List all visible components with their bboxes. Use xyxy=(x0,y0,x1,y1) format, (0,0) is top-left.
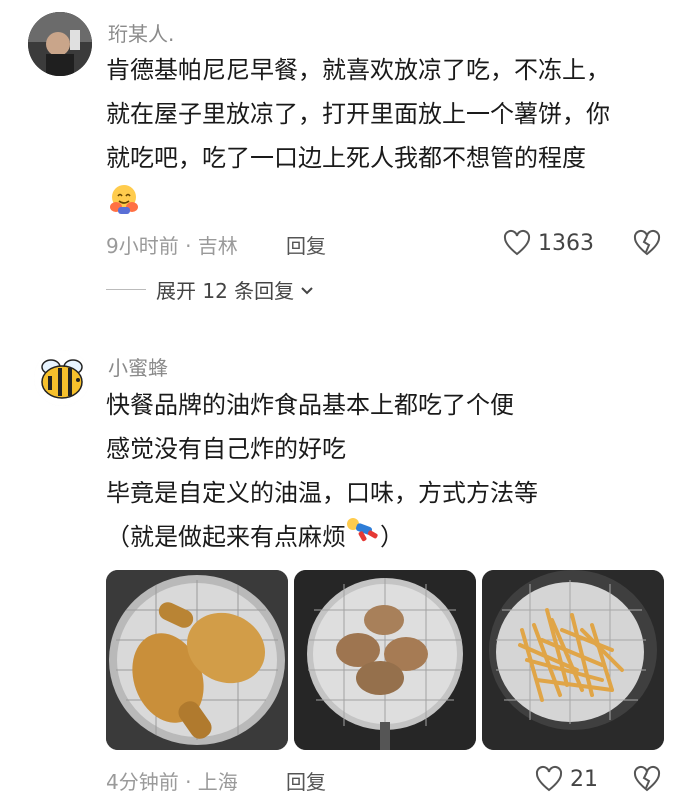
comment-text-line: 肯德基帕尼尼早餐，就喜欢放凉了吃，不冻上， xyxy=(106,56,610,84)
comment-text-line: 快餐品牌的油炸食品基本上都吃了个便 xyxy=(106,391,514,419)
photo-fried-chicken-drumsticks[interactable] xyxy=(106,570,288,750)
photo-fried-chicken-pieces[interactable] xyxy=(294,570,476,750)
dislike-icon[interactable] xyxy=(632,764,662,794)
username[interactable]: 小蜜蜂 xyxy=(108,352,168,381)
reply-button[interactable]: 回复 xyxy=(286,230,326,259)
reply-button[interactable]: 回复 xyxy=(286,766,326,795)
divider-line xyxy=(106,289,146,290)
comment-text-line: 毕竟是自定义的油温，口味，方式方法等 xyxy=(106,479,538,507)
like-button[interactable]: 21 xyxy=(534,764,598,794)
like-button[interactable]: 1363 xyxy=(502,228,594,258)
user-avatar[interactable] xyxy=(34,350,90,406)
person-fainting-icon xyxy=(346,516,380,560)
hugging-face-icon xyxy=(108,183,140,219)
comment-text-line: 感觉没有自己炸的好吃 xyxy=(106,435,346,463)
comment-text: （就是做起来有点麻烦 xyxy=(106,523,346,551)
time-location: 4分钟前 · 上海 xyxy=(106,770,238,794)
comment-text: ） xyxy=(380,523,404,551)
dislike-icon[interactable] xyxy=(632,228,662,258)
user-avatar[interactable] xyxy=(28,12,92,76)
chevron-down-icon xyxy=(301,286,313,294)
time-location: 9小时前 · 吉林 xyxy=(106,234,238,258)
expand-replies-button[interactable]: 展开 12 条回复 xyxy=(106,275,316,304)
like-count: 1363 xyxy=(538,230,594,256)
comment-text-line: 就吃吧，吃了一口边上死人我都不想管的程度 xyxy=(106,144,586,172)
heart-icon xyxy=(535,765,563,792)
like-count: 21 xyxy=(570,766,598,792)
heart-icon xyxy=(503,229,531,256)
username[interactable]: 珩某人. xyxy=(108,18,174,47)
expand-label: 展开 12 条回复 xyxy=(156,279,295,303)
comment-text-line: 就在屋子里放凉了，打开里面放上一个薯饼，你 xyxy=(106,100,610,128)
comment-text-line-with-emoji: （就是做起来有点麻烦 ） xyxy=(106,515,404,560)
photo-french-fries[interactable] xyxy=(482,570,664,750)
